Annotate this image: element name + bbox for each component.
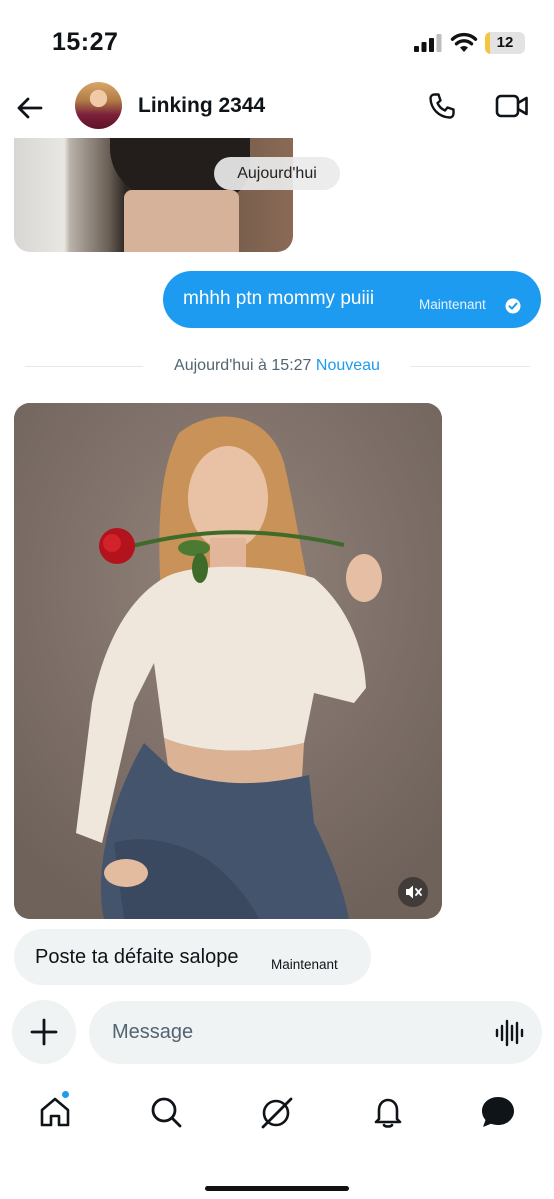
avatar[interactable] [75,82,122,129]
home-indicator[interactable] [205,1186,349,1191]
unread-divider-new: Nouveau [315,357,380,374]
unread-divider: Aujourd'hui à 15:27 Nouveau [0,357,554,375]
wifi-icon [450,32,478,52]
status-time: 15:27 [52,28,119,56]
incoming-message-time: Maintenant [271,957,338,972]
search-icon [151,1097,182,1128]
home-icon [40,1097,70,1127]
unread-divider-label: Aujourd'hui à 15:27 [174,357,312,374]
phone-icon[interactable] [426,90,458,122]
messages-icon [482,1097,514,1127]
day-separator: Aujourd'hui [214,157,340,190]
plus-icon [30,1018,58,1046]
previous-photo-message[interactable] [14,138,293,252]
read-check-icon [505,298,521,314]
message-input[interactable] [89,1001,542,1064]
bottom-navigation [0,1080,554,1150]
status-bar: 15:27 12 [0,0,554,80]
nav-search[interactable] [148,1094,184,1130]
grok-icon [261,1097,293,1129]
outgoing-message-text: mhhh ptn mommy puiii [183,288,375,309]
add-media-button[interactable] [12,1000,76,1064]
notifications-icon [374,1098,402,1128]
message-list[interactable]: Aujourd'hui mhhh ptn mommy puiii Mainten… [0,138,554,988]
incoming-message-text: Poste ta défaite salope [35,946,239,968]
battery-icon: 12 [485,32,525,54]
contact-name[interactable]: Linking 2344 [138,94,265,118]
outgoing-message[interactable]: mhhh ptn mommy puiii Maintenant [163,271,541,328]
mute-icon[interactable] [398,877,428,907]
nav-home[interactable] [37,1090,73,1130]
photo-message[interactable] [14,403,442,919]
conversation-header: Linking 2344 [0,80,554,136]
cellular-signal-icon [414,34,442,52]
photo-content [124,190,239,252]
notification-dot [61,1090,70,1099]
incoming-message[interactable]: Poste ta défaite salope Maintenant [14,929,371,985]
voice-message-icon[interactable] [494,1018,524,1048]
nav-notifications[interactable] [370,1094,406,1130]
back-arrow-icon[interactable] [14,92,46,124]
photo-content [14,403,442,919]
battery-level: 12 [496,34,514,51]
video-call-icon[interactable] [495,92,529,120]
outgoing-message-time: Maintenant [419,297,486,312]
nav-messages[interactable] [480,1094,516,1130]
nav-grok[interactable] [259,1094,295,1130]
